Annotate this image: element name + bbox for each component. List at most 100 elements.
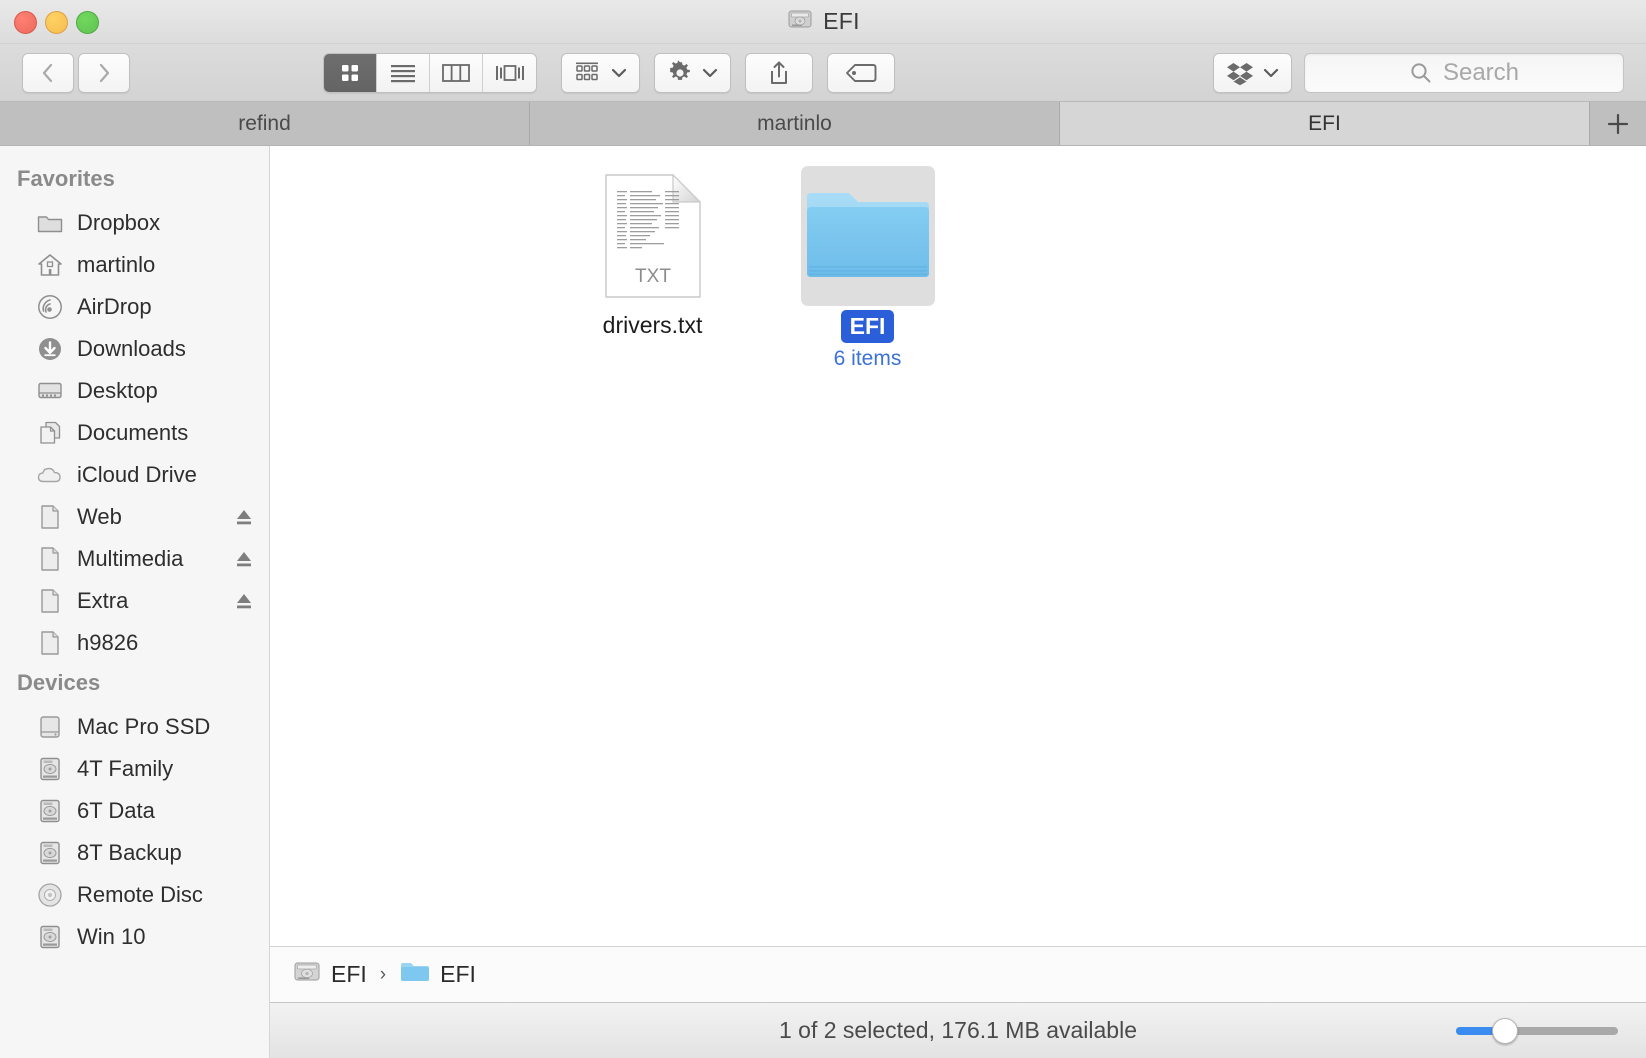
- view-mode-segmented-control: [323, 52, 537, 93]
- sidebar-label: martinlo: [77, 252, 156, 277]
- status-bar: 1 of 2 selected, 176.1 MB available: [270, 1002, 1646, 1058]
- chevron-down-icon: [611, 68, 627, 77]
- icon-view-button[interactable]: [324, 53, 377, 92]
- sidebar-item-4t-family[interactable]: 4T Family: [0, 748, 269, 790]
- sidebar-item-remote-disc[interactable]: Remote Disc: [0, 874, 269, 916]
- file-item-efi-folder[interactable]: EFI 6 items: [769, 162, 966, 371]
- tab-efi[interactable]: EFI: [1060, 102, 1590, 145]
- sidebar-item-win-10[interactable]: Win 10: [0, 916, 269, 958]
- eject-icon[interactable]: [233, 506, 255, 528]
- txt-document-icon: TXT: [586, 166, 720, 306]
- path-bar: EFI › EFI: [270, 946, 1646, 1002]
- sidebar-label: Documents: [77, 420, 189, 445]
- search-placeholder: Search: [1442, 58, 1520, 86]
- sidebar-item-8t-backup[interactable]: 8T Backup: [0, 832, 269, 874]
- external-drive-icon: [36, 797, 64, 825]
- sidebar-label: Remote Disc: [77, 882, 203, 907]
- hard-drive-icon: [292, 959, 322, 990]
- page-icon: [36, 545, 64, 573]
- eject-icon[interactable]: [233, 548, 255, 570]
- sidebar-header-favorites: Favorites: [17, 166, 115, 191]
- slider-knob[interactable]: [1491, 1017, 1518, 1044]
- eject-icon[interactable]: [233, 590, 255, 612]
- sidebar-item-desktop[interactable]: Desktop: [0, 370, 269, 412]
- sidebar-item-multimedia[interactable]: Multimedia: [0, 538, 269, 580]
- share-icon: [771, 61, 787, 84]
- sidebar[interactable]: Favorites Dropbox martinlo AirDrop Downl…: [0, 146, 270, 1058]
- column-view-button[interactable]: [430, 53, 483, 92]
- sidebar-label: Win 10: [77, 924, 146, 949]
- chevron-down-icon: [702, 68, 718, 77]
- tag-button[interactable]: [827, 52, 895, 93]
- sidebar-item-martinlo[interactable]: martinlo: [0, 244, 269, 286]
- sidebar-label: Web: [77, 504, 122, 529]
- sidebar-item-mac-pro-ssd[interactable]: Mac Pro SSD: [0, 706, 269, 748]
- title-bar: EFI: [0, 0, 1646, 44]
- folder-icon: [399, 960, 431, 989]
- toolbar: Search: [0, 44, 1646, 102]
- content-column: TXT drivers.txt EFI 6 items EFI › EFI 1 …: [270, 146, 1646, 1058]
- path-segment-folder[interactable]: EFI: [399, 960, 476, 989]
- dropbox-button[interactable]: [1213, 52, 1292, 93]
- maximize-window-button[interactable]: [76, 10, 99, 34]
- chevron-down-icon: [1263, 68, 1279, 77]
- new-tab-button[interactable]: [1590, 102, 1646, 145]
- path-segment-drive[interactable]: EFI: [292, 959, 367, 990]
- sidebar-section-favorites: Favorites Dropbox martinlo AirDrop Downl…: [0, 160, 269, 664]
- page-icon: [36, 503, 64, 531]
- tab-bar: refind martinlo EFI: [0, 102, 1646, 146]
- sidebar-item-airdrop[interactable]: AirDrop: [0, 286, 269, 328]
- search-input[interactable]: Search: [1304, 52, 1624, 93]
- airdrop-icon: [36, 293, 64, 321]
- file-grid[interactable]: TXT drivers.txt EFI 6 items: [270, 146, 1646, 946]
- sidebar-item-extra[interactable]: Extra: [0, 580, 269, 622]
- search-icon: [1411, 62, 1431, 82]
- arrange-button[interactable]: [561, 52, 640, 93]
- list-icon: [391, 64, 415, 82]
- minimize-window-button[interactable]: [45, 10, 68, 34]
- sidebar-item-icloud-drive[interactable]: iCloud Drive: [0, 454, 269, 496]
- downloads-icon: [36, 335, 64, 363]
- file-item-drivers-txt[interactable]: TXT drivers.txt: [554, 162, 751, 371]
- window-title-group: EFI: [0, 5, 1646, 38]
- file-label: EFI: [840, 310, 895, 343]
- page-icon: [36, 629, 64, 657]
- sidebar-label: Extra: [77, 588, 129, 613]
- path-label: EFI: [331, 961, 367, 987]
- sidebar-label: Multimedia: [77, 546, 184, 571]
- desktop-icon: [36, 377, 64, 405]
- icon-size-slider[interactable]: [1456, 1017, 1618, 1044]
- columns-icon: [442, 63, 470, 82]
- close-window-button[interactable]: [14, 10, 37, 34]
- coverflow-view-button[interactable]: [483, 53, 536, 92]
- tab-martinlo[interactable]: martinlo: [530, 102, 1060, 145]
- grid-icon: [342, 64, 358, 81]
- forward-button[interactable]: [78, 52, 130, 93]
- window-title: EFI: [823, 8, 860, 34]
- sidebar-item-h9826[interactable]: h9826: [0, 622, 269, 664]
- sidebar-item-documents[interactable]: Documents: [0, 412, 269, 454]
- external-drive-icon: [36, 923, 64, 951]
- back-button[interactable]: [22, 52, 74, 93]
- page-icon: [36, 587, 64, 615]
- folder-icon: [36, 209, 64, 237]
- sidebar-label: Downloads: [77, 336, 186, 361]
- sidebar-item-web[interactable]: Web: [0, 496, 269, 538]
- sidebar-label: 4T Family: [77, 756, 174, 781]
- sidebar-item-6t-data[interactable]: 6T Data: [0, 790, 269, 832]
- tab-refind[interactable]: refind: [0, 102, 530, 145]
- navigation-buttons: [22, 52, 130, 93]
- share-button[interactable]: [745, 52, 813, 93]
- action-button[interactable]: [654, 52, 731, 93]
- list-view-button[interactable]: [377, 53, 430, 92]
- window-body: Favorites Dropbox martinlo AirDrop Downl…: [0, 146, 1646, 1058]
- status-text: 1 of 2 selected, 176.1 MB available: [778, 1017, 1137, 1043]
- file-subtitle: 6 items: [833, 347, 902, 370]
- sidebar-item-downloads[interactable]: Downloads: [0, 328, 269, 370]
- tag-icon: [846, 63, 877, 82]
- sidebar-item-dropbox[interactable]: Dropbox: [0, 202, 269, 244]
- svg-text:TXT: TXT: [635, 266, 671, 287]
- home-icon: [36, 251, 64, 279]
- sidebar-label: Mac Pro SSD: [77, 714, 211, 739]
- optical-disc-icon: [36, 881, 64, 909]
